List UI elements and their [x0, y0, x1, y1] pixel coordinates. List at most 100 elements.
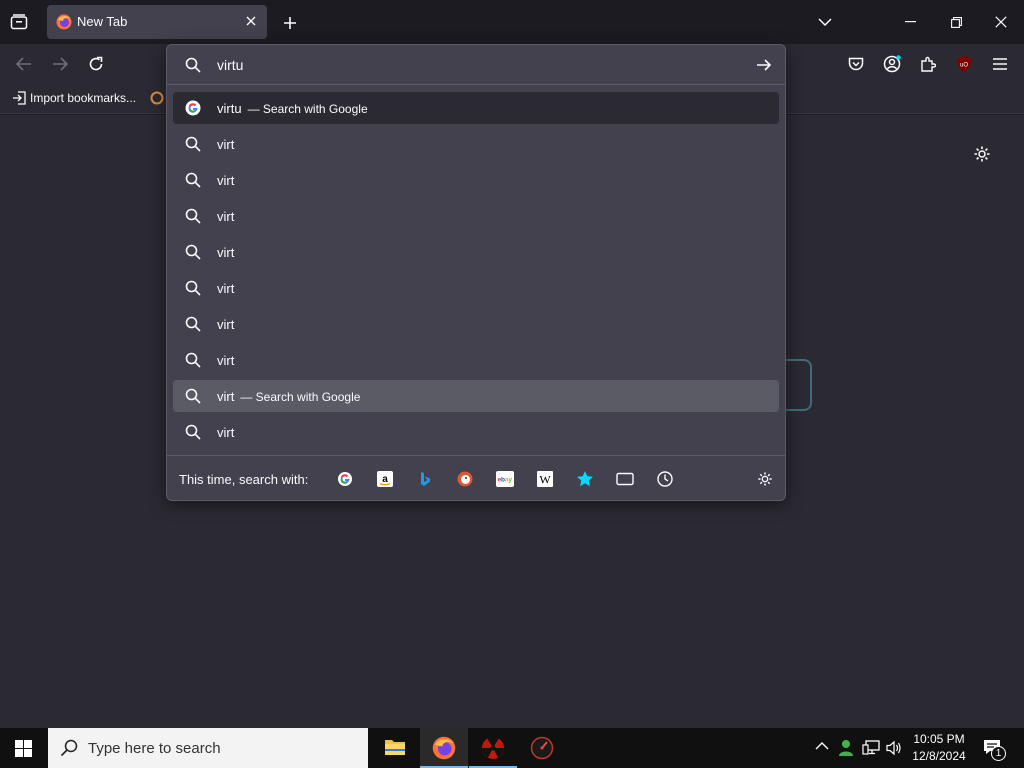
user-status-icon[interactable]: [838, 739, 854, 757]
ublock-origin-icon[interactable]: uO: [954, 54, 974, 74]
suggestion-row[interactable]: virt: [173, 344, 779, 376]
new-tab-icon[interactable]: [280, 13, 300, 33]
suggestion-action: — Search with Google: [247, 102, 368, 116]
suggestion-text: virt: [217, 353, 234, 368]
suggestion-text: virt — Search with Google: [217, 389, 360, 404]
search-icon: [185, 280, 201, 296]
suggestion-query: virt: [217, 389, 235, 404]
suggestion-row[interactable]: virt: [173, 200, 779, 232]
go-arrow-icon[interactable]: [756, 57, 772, 73]
search-settings-icon[interactable]: [756, 470, 774, 488]
duckduckgo-engine-icon[interactable]: [456, 470, 474, 488]
search-icon: [185, 244, 201, 260]
suggestion-row[interactable]: virt: [173, 128, 779, 160]
close-tab-icon[interactable]: [245, 15, 257, 27]
reload-icon[interactable]: [86, 54, 106, 74]
one-off-search-bar: This time, search with: a ebay W: [167, 455, 785, 501]
taskbar-app-radiation-button[interactable]: [469, 728, 517, 768]
clock[interactable]: 10:05 PM 12/8/2024: [906, 732, 972, 763]
suggestion-row[interactable]: virt: [173, 308, 779, 340]
suggestion-row[interactable]: virt: [173, 272, 779, 304]
suggestion-query: virt: [217, 353, 235, 368]
suggestion-query: virt: [217, 245, 235, 260]
suggestion-text: virt: [217, 281, 234, 296]
notification-count-badge: 1: [991, 746, 1006, 761]
search-icon: [185, 136, 201, 152]
amazon-engine-icon[interactable]: a: [376, 470, 394, 488]
personalize-settings-icon[interactable]: [973, 145, 991, 163]
suggestion-row[interactable]: virt: [173, 416, 779, 448]
history-search-icon[interactable]: [656, 470, 674, 488]
minimize-icon[interactable]: [900, 14, 920, 30]
import-bookmarks-button[interactable]: Import bookmarks...: [12, 91, 136, 105]
suggestion-query: virt: [217, 425, 235, 440]
bookmarks-search-icon[interactable]: [576, 470, 594, 488]
speedometer-app-icon: [530, 736, 554, 760]
taskbar-firefox-button[interactable]: [420, 728, 468, 768]
search-icon: [185, 57, 201, 73]
restore-icon[interactable]: [946, 14, 966, 30]
action-center-button[interactable]: 1: [983, 739, 1007, 761]
extensions-icon[interactable]: [918, 54, 938, 74]
suggestion-text: virtu — Search with Google: [217, 101, 368, 116]
suggestion-query: virt: [217, 209, 235, 224]
search-icon: [185, 316, 201, 332]
suggestion-query: virt: [217, 281, 235, 296]
search-icon: [185, 172, 201, 188]
tabs-search-icon[interactable]: [616, 470, 634, 488]
pocket-icon[interactable]: [846, 54, 866, 74]
address-input[interactable]: virtu: [217, 57, 243, 73]
browser-titlebar: New Tab: [0, 0, 1024, 44]
one-off-label: This time, search with:: [179, 472, 309, 487]
suggestion-action: — Search with Google: [240, 390, 361, 404]
firefox-logo-icon: [56, 14, 72, 30]
ebay-engine-icon[interactable]: ebay: [496, 470, 514, 488]
import-icon: [12, 91, 26, 105]
clock-time: 10:05 PM: [913, 732, 965, 746]
taskbar-search-placeholder: Type here to search: [88, 740, 221, 757]
svg-text:a: a: [382, 474, 388, 485]
svg-text:uO: uO: [960, 63, 968, 69]
clock-date: 12/8/2024: [912, 749, 966, 763]
bookmark-favicon-icon[interactable]: [150, 91, 164, 105]
suggestion-row[interactable]: virtu — Search with Google: [173, 92, 779, 124]
suggestion-query: virt: [217, 137, 235, 152]
back-icon[interactable]: [14, 55, 34, 73]
suggestion-row[interactable]: virt: [173, 164, 779, 196]
taskbar-search-box[interactable]: Type here to search: [48, 728, 368, 768]
search-icon: [185, 424, 201, 440]
suggestion-text: virt: [217, 209, 234, 224]
tab-new-tab[interactable]: New Tab: [47, 5, 267, 39]
taskbar-search-icon: [60, 739, 78, 757]
forward-icon[interactable]: [50, 55, 70, 73]
suggestion-query: virtu: [217, 101, 242, 116]
bing-engine-icon[interactable]: [416, 470, 434, 488]
app-menu-icon[interactable]: [990, 55, 1010, 73]
windows-start-icon[interactable]: [15, 740, 32, 757]
suggestion-text: virt: [217, 173, 234, 188]
import-bookmarks-label: Import bookmarks...: [30, 91, 137, 105]
close-window-icon[interactable]: [991, 13, 1011, 31]
account-icon[interactable]: [882, 54, 902, 74]
suggestion-text: virt: [217, 317, 234, 332]
suggestion-row[interactable]: virt: [173, 236, 779, 268]
suggestion-text: virt: [217, 425, 234, 440]
windows-taskbar: Type here to search 10:05 PM 12/8/2024 1: [0, 728, 1024, 768]
show-hidden-icons-icon[interactable]: [815, 741, 829, 751]
list-all-tabs-icon[interactable]: [815, 14, 835, 30]
search-icon: [185, 352, 201, 368]
svg-text:y: y: [508, 477, 512, 484]
file-explorer-icon[interactable]: [384, 737, 406, 757]
firefox-view-icon[interactable]: [8, 12, 30, 32]
volume-icon[interactable]: [886, 740, 902, 756]
google-engine-icon[interactable]: [336, 470, 354, 488]
network-icon[interactable]: [862, 740, 880, 756]
wikipedia-engine-icon[interactable]: W: [536, 470, 554, 488]
suggestion-query: virt: [217, 173, 235, 188]
taskbar-app-speedometer-button[interactable]: [518, 728, 566, 768]
suggestion-text: virt: [217, 245, 234, 260]
suggestion-query: virt: [217, 317, 235, 332]
tab-title: New Tab: [77, 14, 128, 29]
address-bar[interactable]: virtu: [167, 45, 785, 85]
suggestion-row[interactable]: virt — Search with Google: [173, 380, 779, 412]
